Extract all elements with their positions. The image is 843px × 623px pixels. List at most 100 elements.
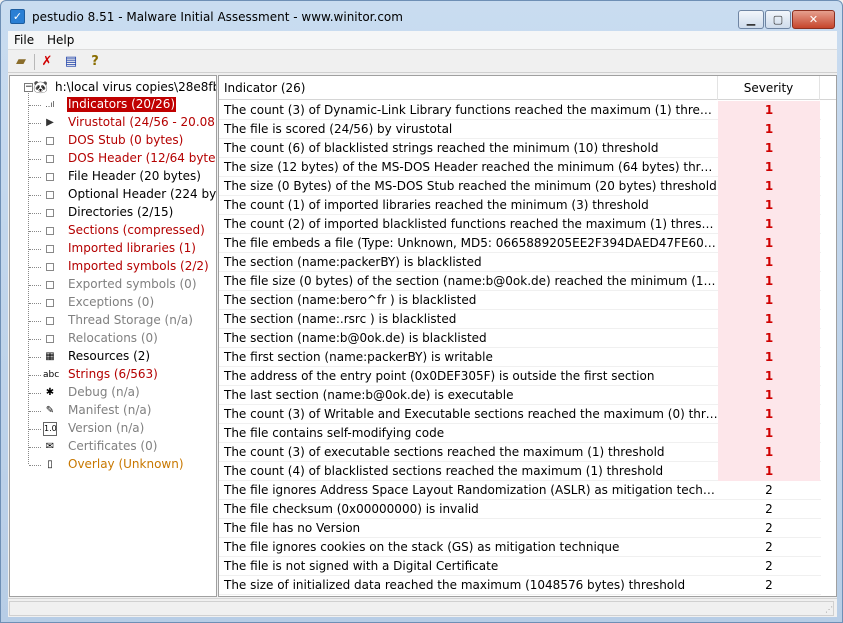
- tree-item[interactable]: ..ıl Indicators (20/26): [10, 96, 216, 114]
- tree-item[interactable]: Thread Storage (n/a): [10, 312, 216, 330]
- open-icon[interactable]: ▰: [12, 53, 30, 71]
- tree-item-label: File Header (20 bytes): [68, 169, 201, 183]
- table-row[interactable]: The first section (name:packerBY) is wri…: [219, 348, 836, 367]
- tree-item[interactable]: Imported symbols (2/2): [10, 258, 216, 276]
- tree-item[interactable]: Directories (2/15): [10, 204, 216, 222]
- title-bar[interactable]: ✓ pestudio 8.51 - Malware Initial Assess…: [1, 1, 842, 31]
- table-row[interactable]: The count (3) of Dynamic-Link Library fu…: [219, 101, 836, 120]
- table-row[interactable]: The file ignores cookies on the stack (G…: [219, 538, 836, 557]
- tree-item[interactable]: ✎ Manifest (n/a): [10, 402, 216, 420]
- debug-icon: ✱: [45, 387, 55, 398]
- tree-connector: [29, 195, 41, 196]
- indicator-cell: The file contains self-modifying code: [224, 426, 445, 440]
- tree-item-label: Resources (2): [68, 349, 151, 363]
- table-row[interactable]: The count (2) of imported blacklisted fu…: [219, 215, 836, 234]
- node-icon: [46, 245, 54, 253]
- table-row[interactable]: The size of initialized data reached the…: [219, 576, 836, 595]
- tree-item[interactable]: ✱ Debug (n/a): [10, 384, 216, 402]
- indicator-cell: The address of the entry point (0x0DEF30…: [224, 369, 655, 383]
- tree-item[interactable]: ▦ Resources (2): [10, 348, 216, 366]
- indicator-cell: The first section (name:packerBY) is wri…: [224, 350, 493, 364]
- tree-connector: [29, 267, 41, 268]
- table-row[interactable]: The file is scored (24/56) by virustotal…: [219, 120, 836, 139]
- table-row[interactable]: The file is not signed with a Digital Ce…: [219, 557, 836, 576]
- tree-item[interactable]: ▶ Virustotal (24/56 - 20.08.20: [10, 114, 216, 132]
- maximize-button[interactable]: ▢: [765, 10, 791, 29]
- table-row[interactable]: The file contains self-modifying code 1: [219, 424, 836, 443]
- manifest-icon: ✎: [45, 405, 55, 416]
- column-header-severity[interactable]: Severity: [718, 76, 820, 100]
- indicator-cell: The file is scored (24/56) by virustotal: [224, 122, 453, 136]
- report-icon[interactable]: ▤: [62, 53, 80, 71]
- tree-view[interactable]: − 🐼 h:\local virus copies\28e8fbe9 ..ıl I…: [9, 75, 217, 597]
- tree-item[interactable]: ✉ Certificates (0): [10, 438, 216, 456]
- severity-cell: 1: [718, 158, 820, 177]
- collapse-icon[interactable]: −: [24, 83, 33, 92]
- table-row[interactable]: The file ignores Address Space Layout Ra…: [219, 481, 836, 500]
- tree-connector: [29, 231, 41, 232]
- table-row[interactable]: The size (0 Bytes) of the MS-DOS Stub re…: [219, 177, 836, 196]
- table-row[interactable]: The address of the entry point (0x0DEF30…: [219, 367, 836, 386]
- table-header: Indicator (26) Severity: [219, 76, 836, 100]
- table-row[interactable]: The file has no Version 2: [219, 519, 836, 538]
- indicator-cell: The file size (0 bytes) of the section (…: [224, 274, 718, 288]
- table-vertical-scrollbar[interactable]: [821, 101, 836, 596]
- table-row[interactable]: The count (4) of blacklisted sections re…: [219, 462, 836, 481]
- toolbar-separator: [34, 54, 35, 70]
- tree-item-label: Manifest (n/a): [68, 403, 152, 417]
- tree-item[interactable]: Sections (compressed): [10, 222, 216, 240]
- table-row[interactable]: The section (name:packerBY) is blacklist…: [219, 253, 836, 272]
- table-row[interactable]: The count (1) of imported libraries reac…: [219, 196, 836, 215]
- severity-cell: 2: [765, 502, 773, 516]
- table-row[interactable]: The size (12 bytes) of the MS-DOS Header…: [219, 158, 836, 177]
- indicator-cell: The count (1) of imported libraries reac…: [224, 198, 649, 212]
- table-row[interactable]: The file checksum (0x00000000) is invali…: [219, 500, 836, 519]
- table-row[interactable]: The file size (0 bytes) of the section (…: [219, 272, 836, 291]
- strings-icon: abc: [43, 370, 60, 380]
- node-icon: [46, 335, 54, 343]
- tree-item[interactable]: File Header (20 bytes): [10, 168, 216, 186]
- minimize-button[interactable]: ▁: [738, 10, 764, 29]
- resize-grip-icon[interactable]: ⋰: [825, 605, 835, 615]
- indicator-cell: The count (2) of imported blacklisted fu…: [224, 217, 718, 231]
- help-icon[interactable]: ?: [86, 53, 104, 71]
- tree-connector: [29, 321, 41, 322]
- table-row[interactable]: The count (6) of blacklisted strings rea…: [219, 139, 836, 158]
- table-row[interactable]: The section (name:bero^fr ) is blacklist…: [219, 291, 836, 310]
- bars-icon: ..ıl: [45, 100, 55, 109]
- close-button[interactable]: ✕: [792, 10, 835, 29]
- severity-cell: 1: [718, 405, 820, 424]
- tree-item[interactable]: DOS Header (12/64 bytes): [10, 150, 216, 168]
- severity-cell: 1: [718, 348, 820, 367]
- version-icon: 1.0: [43, 422, 57, 436]
- tree-item[interactable]: Relocations (0): [10, 330, 216, 348]
- tree-item[interactable]: Optional Header (224 byte: [10, 186, 216, 204]
- app-icon: ✓: [10, 9, 25, 24]
- severity-cell: 1: [718, 120, 820, 139]
- column-header-indicator[interactable]: Indicator (26): [219, 76, 718, 100]
- table-row[interactable]: The file embeds a file (Type: Unknown, M…: [219, 234, 836, 253]
- delete-icon[interactable]: ✗: [38, 53, 56, 71]
- tree-item[interactable]: 1.0 Version (n/a): [10, 420, 216, 438]
- tree-item[interactable]: Imported libraries (1): [10, 240, 216, 258]
- tree-item[interactable]: abc Strings (6/563): [10, 366, 216, 384]
- menu-help[interactable]: Help: [47, 33, 74, 47]
- menu-file[interactable]: File: [14, 33, 34, 47]
- node-icon: [46, 281, 54, 289]
- table-row[interactable]: The count (3) of executable sections rea…: [219, 443, 836, 462]
- tree-item[interactable]: DOS Stub (0 bytes): [10, 132, 216, 150]
- tree-item-label: Strings (6/563): [68, 367, 158, 381]
- tree-item[interactable]: ▯ Overlay (Unknown): [10, 456, 216, 474]
- table-row[interactable]: The section (name:b@0ok.de) is blacklist…: [219, 329, 836, 348]
- status-bar: ⋰: [8, 598, 837, 617]
- table-row[interactable]: The count (3) of Writable and Executable…: [219, 405, 836, 424]
- severity-cell: 1: [718, 196, 820, 215]
- table-row[interactable]: The last section (name:b@0ok.de) is exec…: [219, 386, 836, 405]
- severity-cell: 1: [718, 367, 820, 386]
- tree-root[interactable]: − 🐼 h:\local virus copies\28e8fbe9: [10, 79, 216, 96]
- file-icon: 🐼: [33, 80, 48, 94]
- tree-item[interactable]: Exceptions (0): [10, 294, 216, 312]
- table-row[interactable]: The section (name:.rsrc ) is blacklisted…: [219, 310, 836, 329]
- tree-root-label: h:\local virus copies\28e8fbe9: [55, 80, 216, 94]
- tree-item[interactable]: Exported symbols (0): [10, 276, 216, 294]
